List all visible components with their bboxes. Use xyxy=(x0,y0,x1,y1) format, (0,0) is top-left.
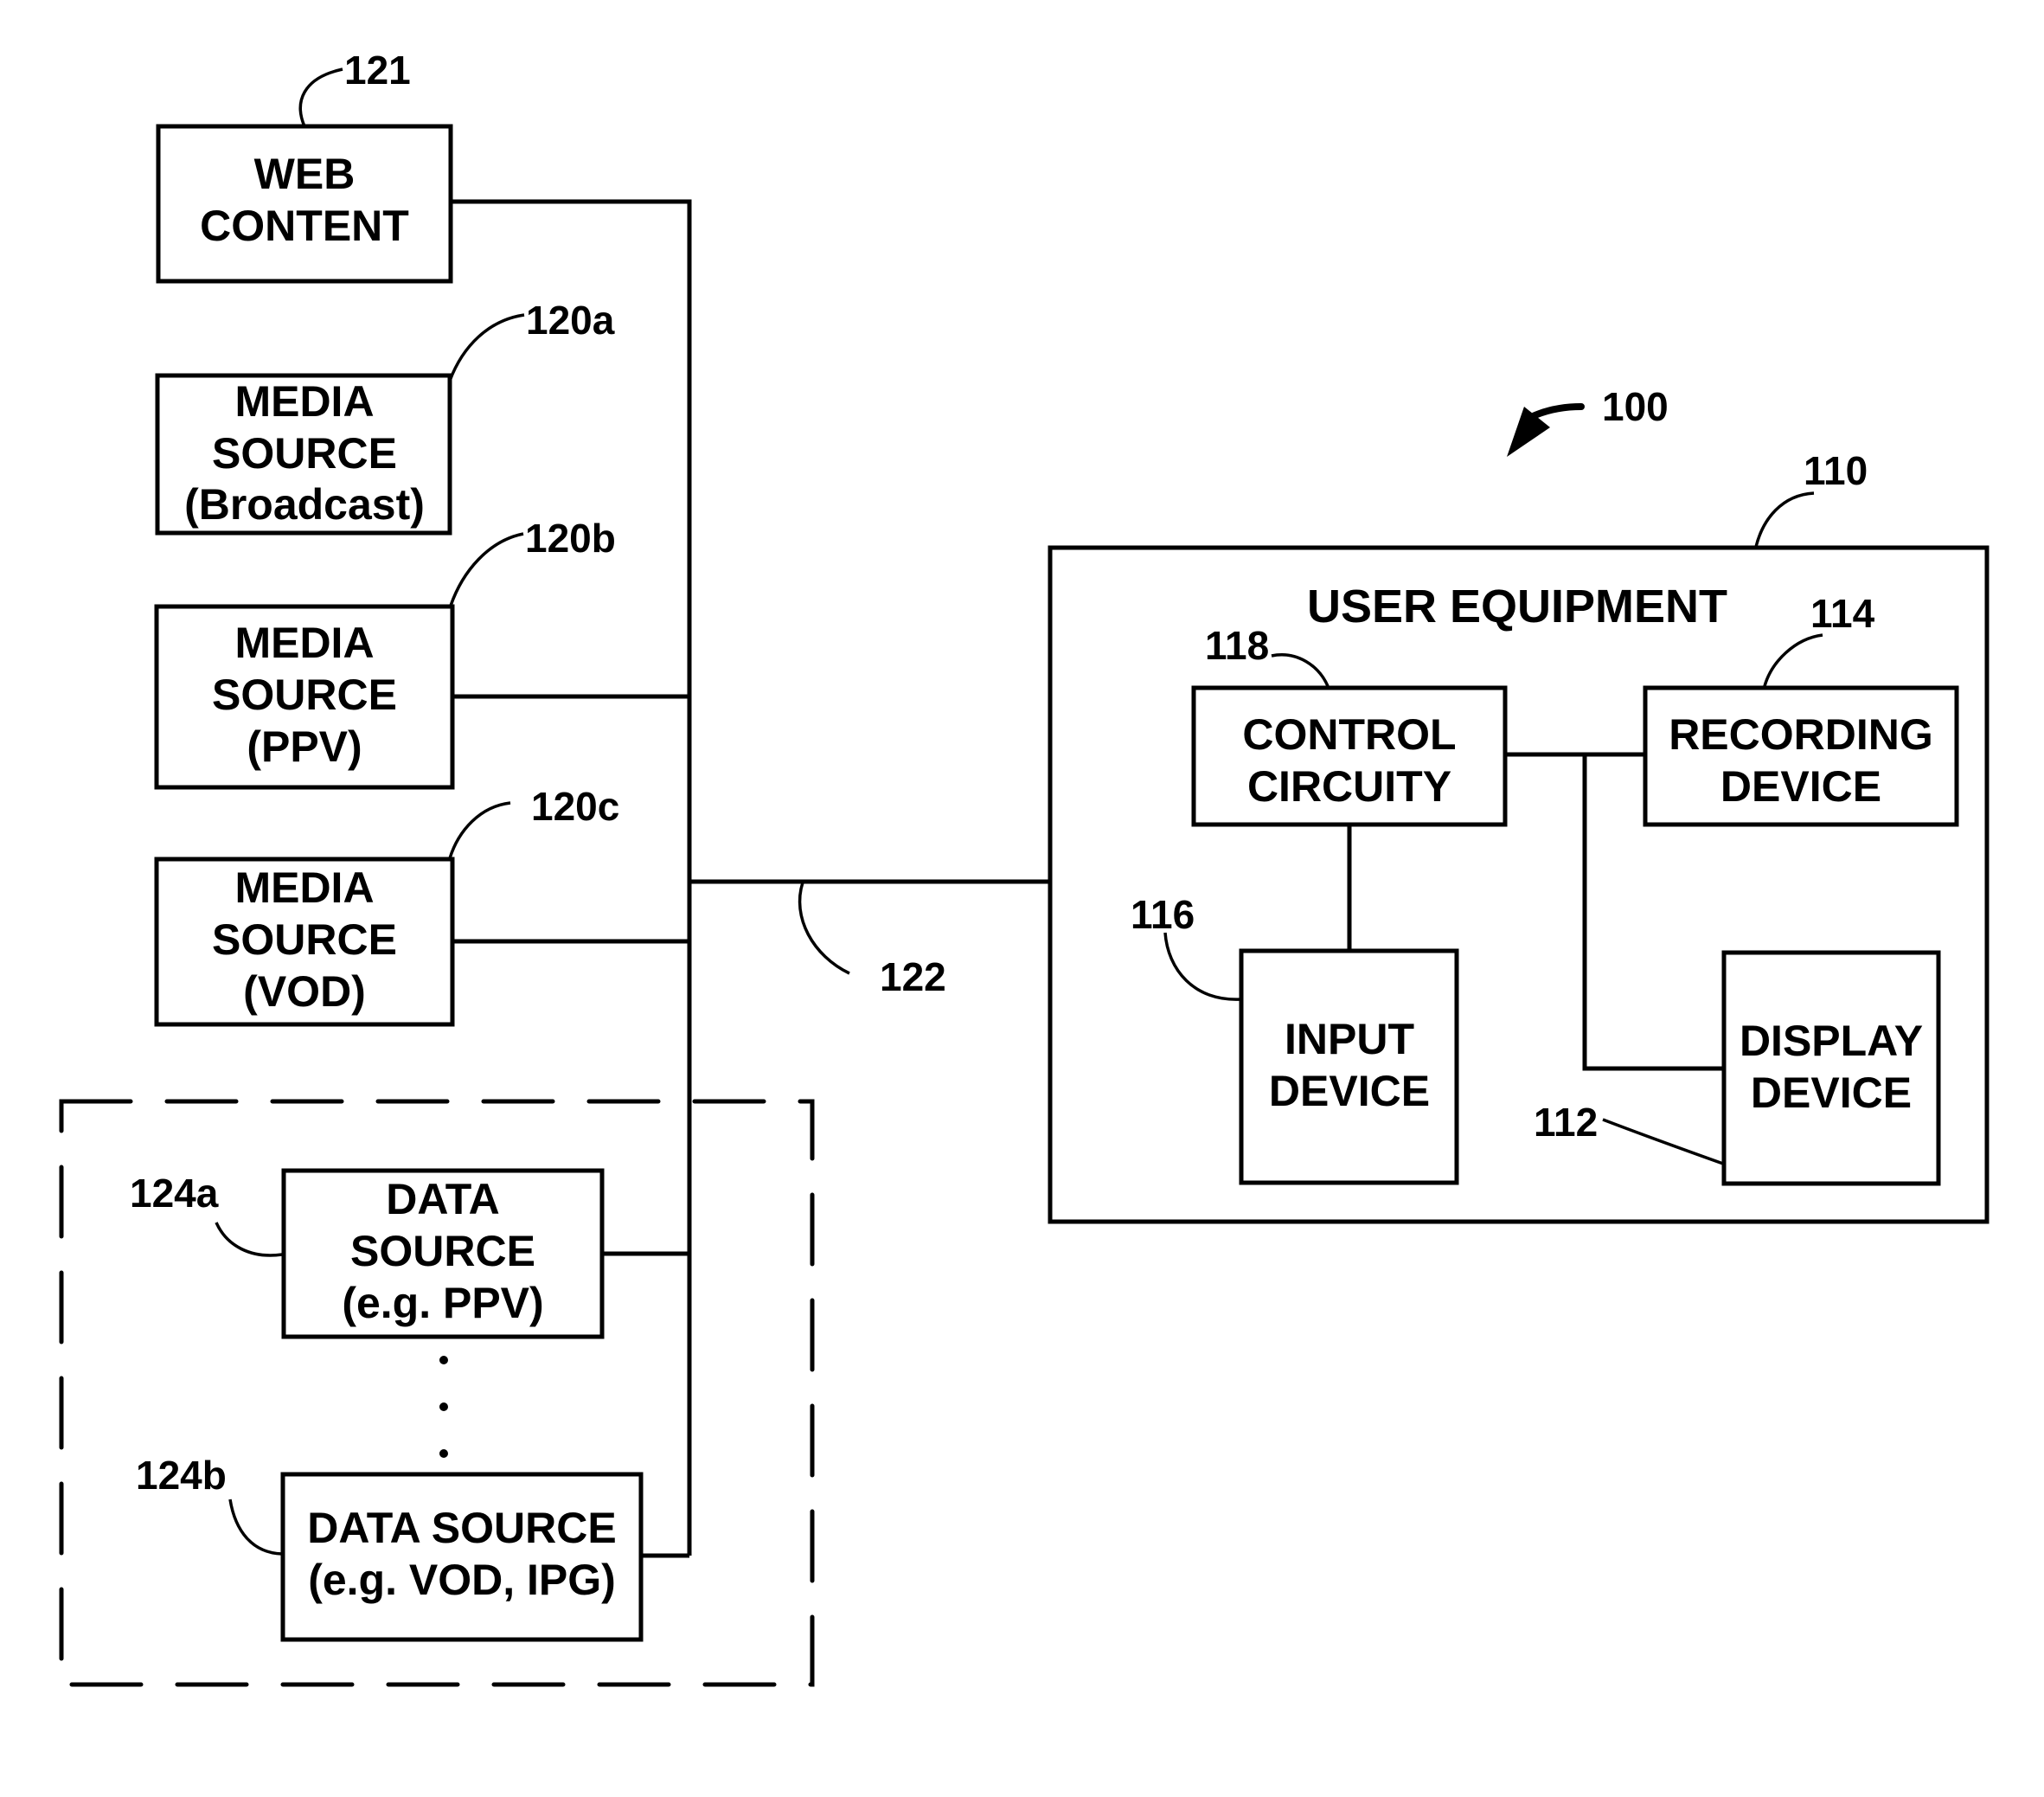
recording-device-line-2: DEVICE xyxy=(1720,762,1881,811)
ref-124b: 124b xyxy=(136,1453,227,1498)
ellipsis-dot xyxy=(439,1356,448,1364)
ref-124b-leader xyxy=(228,1499,283,1556)
arrow-icon xyxy=(1528,403,1585,420)
ref-100: 100 xyxy=(1602,384,1669,429)
ref-121-leader xyxy=(298,67,343,127)
display-device-line-1: DISPLAY xyxy=(1740,1017,1923,1065)
display-device-line-2: DEVICE xyxy=(1751,1069,1912,1117)
ellipsis-dot xyxy=(439,1402,448,1411)
data-source-a-line-2: SOURCE xyxy=(350,1227,535,1275)
data-source-b-line-2: (e.g. VOD, IPG) xyxy=(308,1556,616,1604)
block-diagram: WEB CONTENT 121 MEDIA SOURCE (Broadcast)… xyxy=(59,48,1990,1687)
web-content-link xyxy=(452,199,692,1556)
data-source-a-block: DATA SOURCE (e.g. PPV) 124a xyxy=(130,1168,605,1339)
ref-124a: 124a xyxy=(130,1171,219,1216)
ref-120a-leader xyxy=(448,313,525,382)
connections xyxy=(452,199,1050,1558)
control-circuitry-line-1: CONTROL xyxy=(1242,710,1456,759)
ref-114: 114 xyxy=(1810,591,1875,636)
ellipsis-dots xyxy=(439,1356,448,1458)
web-content-block: WEB CONTENT 121 xyxy=(156,48,453,284)
ref-112: 112 xyxy=(1534,1100,1598,1145)
ref-120c-leader xyxy=(448,801,511,859)
media-vod-line-2: SOURCE xyxy=(212,915,397,964)
web-content-line-2: CONTENT xyxy=(200,202,409,250)
ref-122-leader xyxy=(798,882,850,975)
web-content-line-1: WEB xyxy=(254,150,356,198)
ref-121: 121 xyxy=(344,48,411,93)
ref-110: 110 xyxy=(1804,448,1868,493)
control-circuitry-line-2: CIRCUITY xyxy=(1247,762,1451,811)
media-source-vod-block: MEDIA SOURCE (VOD) 120c xyxy=(154,784,619,1027)
diagram-canvas: WEB CONTENT 121 MEDIA SOURCE (Broadcast)… xyxy=(0,0,2044,1793)
ellipsis-dot xyxy=(439,1449,448,1458)
input-device-line-2: DEVICE xyxy=(1269,1067,1430,1115)
media-broadcast-line-3: (Broadcast) xyxy=(184,480,425,529)
ref-120b-leader xyxy=(449,532,524,606)
ref-124a-leader xyxy=(215,1222,283,1257)
ref-122: 122 xyxy=(880,954,946,999)
media-broadcast-line-2: SOURCE xyxy=(212,429,397,478)
recording-device-line-1: RECORDING xyxy=(1669,710,1933,759)
media-broadcast-line-1: MEDIA xyxy=(234,377,374,426)
system-ref-100: 100 xyxy=(1507,384,1669,457)
data-source-b-line-1: DATA SOURCE xyxy=(307,1504,616,1552)
ref-118: 118 xyxy=(1205,623,1269,668)
data-source-a-line-1: DATA xyxy=(386,1175,499,1223)
ref-116: 116 xyxy=(1131,892,1195,937)
ref-120c: 120c xyxy=(531,784,619,829)
media-vod-line-3: (VOD) xyxy=(243,967,366,1016)
media-vod-line-1: MEDIA xyxy=(234,863,374,912)
ref-120b: 120b xyxy=(525,516,616,561)
ref-120a: 120a xyxy=(526,298,615,343)
media-ppv-line-3: (PPV) xyxy=(247,722,362,771)
data-source-a-line-3: (e.g. PPV) xyxy=(342,1279,543,1327)
media-ppv-line-1: MEDIA xyxy=(234,619,374,667)
data-source-b-block: DATA SOURCE (e.g. VOD, IPG) 124b xyxy=(136,1453,644,1642)
media-ppv-line-2: SOURCE xyxy=(212,671,397,719)
ref-110-leader xyxy=(1754,491,1815,548)
user-equipment-title: USER EQUIPMENT xyxy=(1307,581,1727,632)
media-source-broadcast-block: MEDIA SOURCE (Broadcast) 120a xyxy=(155,298,615,536)
user-equipment-block: USER EQUIPMENT 110 CONTROL CIRCUITY 118 … xyxy=(1048,448,1990,1224)
media-source-ppv-block: MEDIA SOURCE (PPV) 120b xyxy=(154,516,616,790)
input-device-line-1: INPUT xyxy=(1285,1015,1414,1063)
